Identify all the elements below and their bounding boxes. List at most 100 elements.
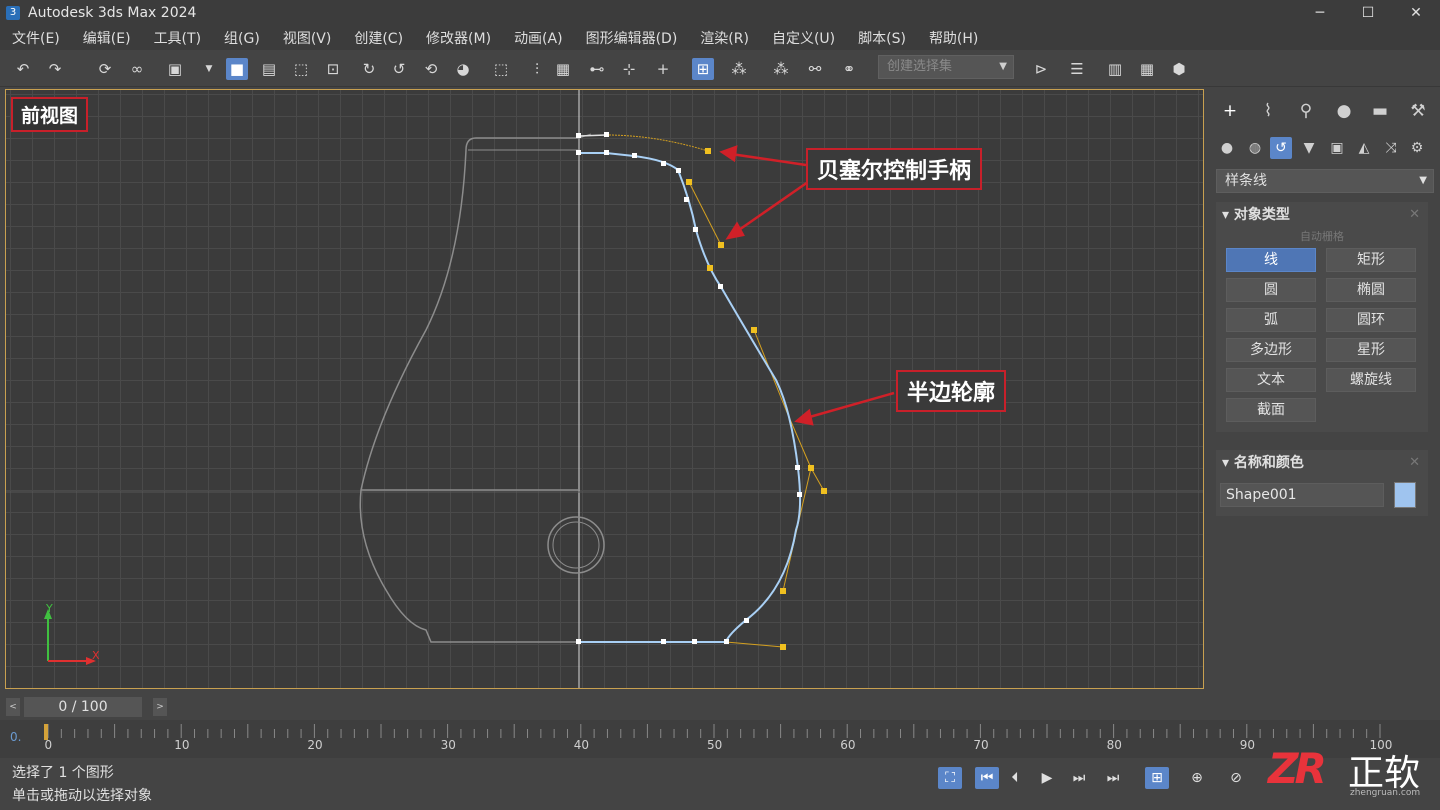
mirror-icon[interactable]: ⚭ [838,58,860,80]
modify-tab-icon[interactable]: ⌇ [1256,101,1280,123]
menu-help[interactable]: 帮助(H) [921,28,986,48]
spline-top-edge [578,134,607,137]
lights-icon[interactable]: ▼ [1298,137,1320,159]
object-name-field[interactable]: Shape001 [1220,483,1384,507]
material-editor-icon[interactable]: ⬢ [1168,58,1190,80]
menu-modifiers[interactable]: 修改器(M) [418,28,499,48]
menu-animation[interactable]: 动画(A) [506,28,571,48]
window-crossing-icon[interactable]: ⊡ [322,58,344,80]
menu-group[interactable]: 组(G) [216,28,268,48]
time-slider-prev-button[interactable]: < [6,698,20,716]
angle-snap-icon[interactable]: ⊞ [692,58,714,80]
section-button[interactable]: 截面 [1226,398,1316,422]
hierarchy-tab-icon[interactable]: ⚲ [1294,101,1318,123]
cameras-icon[interactable]: ▣ [1326,137,1348,159]
orbit-icon[interactable]: ⊘ [1224,767,1248,789]
close-button[interactable]: ✕ [1392,0,1440,25]
circle-button[interactable]: 圆 [1226,278,1316,302]
helix-button[interactable]: 螺旋线 [1326,368,1416,392]
track-bar-zero-label: 0. [10,730,22,744]
schematic-view-icon[interactable]: ▦ [1136,58,1158,80]
menu-graph-editors[interactable]: 图形编辑器(D) [578,28,686,48]
menu-scripting[interactable]: 脚本(S) [850,28,914,48]
auto-key-icon[interactable]: ⛶ [938,767,962,789]
geometry-icon[interactable]: ● [1216,137,1238,159]
percent-snap-icon[interactable]: ⁂ [728,58,750,80]
menu-customize[interactable]: 自定义(U) [764,28,843,48]
curve-editor-icon[interactable]: ▥ [1104,58,1126,80]
layer-explorer-icon[interactable]: ☰ [1066,58,1088,80]
keyboard-shortcut-icon[interactable]: ⊷ [586,58,608,80]
track-bar-tick-label: 80 [1106,738,1122,752]
star-button[interactable]: 星形 [1326,338,1416,362]
play-icon[interactable]: ▶ [1035,767,1059,789]
name-color-header[interactable]: ▾ 名称和颜色 ✕ [1216,450,1428,476]
link-icon[interactable]: ⟳ [94,58,116,80]
menu-edit[interactable]: 编辑(E) [75,28,139,48]
front-viewport[interactable]: 前视图 贝塞尔控制手柄 半边轮廓 Y X [5,89,1204,689]
spacewarps-icon[interactable]: ⤨ [1380,137,1402,159]
text-button[interactable]: 文本 [1226,368,1316,392]
object-color-swatch[interactable] [1394,482,1416,508]
rollout-close-icon[interactable]: ✕ [1409,202,1420,228]
menu-view[interactable]: 视图(V) [275,28,340,48]
viewport-label[interactable]: 前视图 [11,97,89,132]
redo-icon[interactable]: ↷ [44,58,66,80]
menu-rendering[interactable]: 渲染(R) [692,28,757,48]
menu-create[interactable]: 创建(C) [346,28,411,48]
named-selection-set-dropdown[interactable]: 创建选择集 ▼ [878,55,1014,79]
compound-icon[interactable]: ◍ [1244,137,1266,159]
previous-frame-icon[interactable]: ⏴ [1003,767,1027,789]
helpers-icon[interactable]: ◭ [1353,137,1375,159]
menu-file[interactable]: 文件(E) [4,28,68,48]
go-to-end-icon[interactable]: ⏭ [1101,767,1125,789]
align-icon[interactable]: ⊳ [1030,58,1052,80]
track-bar[interactable]: 0. 0 10 20 30 40 50 60 70 80 90 100 [0,720,1440,758]
ellipse-button[interactable]: 椭圆 [1326,278,1416,302]
menu-tools[interactable]: 工具(T) [146,28,209,48]
rollout-close-icon[interactable]: ✕ [1409,450,1420,476]
display-tab-icon[interactable]: ▬ [1368,101,1392,123]
select-move-icon[interactable]: ↻ [358,58,380,80]
move-gizmo-icon[interactable]: + [652,58,674,80]
select-object-icon[interactable]: ■ [226,58,248,80]
time-config-icon[interactable]: ⊞ [1145,767,1169,789]
go-to-start-icon[interactable]: ⏮ [975,767,999,789]
snap-toggle-icon[interactable]: ⊹ [618,58,640,80]
undo-icon[interactable]: ↶ [12,58,34,80]
shape-category-dropdown[interactable]: 样条线 ▼ [1216,169,1434,193]
filter-dropdown-icon[interactable]: ▼ [198,58,220,80]
line-button[interactable]: 线 [1226,248,1316,272]
time-slider-frame[interactable]: 0 / 100 [24,697,142,717]
rect-selection-icon[interactable]: ⬚ [290,58,312,80]
minimize-button[interactable]: ─ [1296,0,1344,25]
select-by-name-icon[interactable]: ▤ [258,58,280,80]
ngon-button[interactable]: 多边形 [1226,338,1316,362]
maximize-button[interactable]: ☐ [1344,0,1392,25]
donut-button[interactable]: 圆环 [1326,308,1416,332]
select-scale-icon[interactable]: ⟲ [420,58,442,80]
place-icon[interactable]: ◕ [452,58,474,80]
systems-icon[interactable]: ⚙ [1406,137,1428,159]
object-type-rollout: ▾ 对象类型 ✕ 自动栅格 线 矩形 圆 椭圆 弧 圆环 多边形 星形 文本 螺… [1216,202,1428,432]
motion-tab-icon[interactable]: ● [1332,101,1356,123]
time-slider-next-button[interactable]: > [153,698,167,716]
select-manipulate-icon[interactable]: ▦ [552,58,574,80]
arc-button[interactable]: 弧 [1226,308,1316,332]
callout-half-profile: 半边轮廓 [896,370,1007,412]
utilities-tab-icon[interactable]: ⚒ [1406,101,1430,123]
reference-coord-icon[interactable]: ⬚ [490,58,512,80]
edit-named-sets-icon[interactable]: ⚯ [804,58,826,80]
autogrid-checkbox[interactable]: 自动栅格 [1216,228,1428,248]
pivot-center-icon[interactable]: ⫶ [526,58,548,80]
next-frame-icon[interactable]: ⏭ [1067,767,1091,789]
unlink-icon[interactable]: ∞ [126,58,148,80]
object-type-header[interactable]: ▾ 对象类型 ✕ [1216,202,1428,228]
spinner-snap-icon[interactable]: ⁂ [770,58,792,80]
bind-spacewarp-icon[interactable]: ▣ [164,58,186,80]
select-rotate-icon[interactable]: ↺ [388,58,410,80]
zoom-extents-icon[interactable]: ⊕ [1185,767,1209,789]
shapes-icon[interactable]: ↺ [1270,137,1292,159]
rectangle-button[interactable]: 矩形 [1326,248,1416,272]
create-tab-icon[interactable]: + [1218,101,1242,123]
